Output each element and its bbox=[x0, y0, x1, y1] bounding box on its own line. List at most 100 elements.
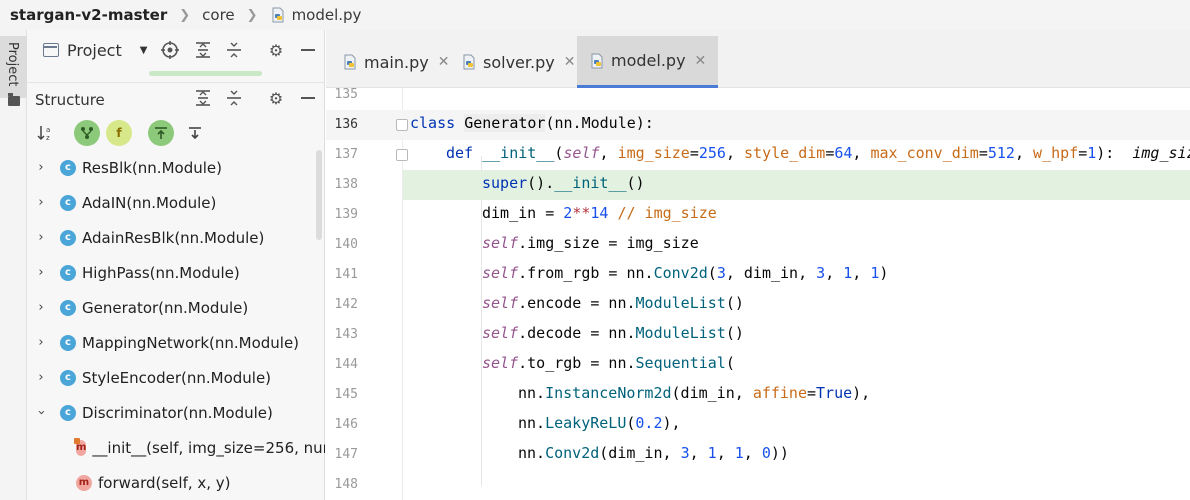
tree-item[interactable]: › c StyleEncoder(nn.Module) bbox=[27, 360, 325, 395]
code-line: 145 nn.InstanceNorm2d(dim_in, affine=Tru… bbox=[326, 380, 1190, 410]
scroll-indicator bbox=[149, 71, 262, 76]
svg-text:z: z bbox=[46, 134, 50, 142]
collapse-all-icon[interactable] bbox=[224, 40, 244, 60]
tree-item[interactable]: › c ResBlk(nn.Module) bbox=[27, 150, 325, 185]
folder-icon bbox=[8, 93, 20, 106]
private-method-icon: m bbox=[73, 437, 87, 456]
project-view-icon bbox=[43, 43, 59, 57]
tree-item[interactable]: › c AdaIN(nn.Module) bbox=[27, 185, 325, 220]
tree-item-label: MappingNetwork(nn.Module) bbox=[82, 333, 300, 352]
gear-icon[interactable]: ⚙ bbox=[266, 40, 286, 60]
editor-tabs: main.py ✕ solver.py ✕ model.py ✕ bbox=[326, 30, 1190, 88]
tree-item[interactable]: › c AdainResBlk(nn.Module) bbox=[27, 220, 325, 255]
code-line: 141 self.from_rgb = nn.Conv2d(3, dim_in,… bbox=[326, 260, 1190, 290]
tool-window-strip: Project bbox=[0, 30, 27, 500]
chevron-right-icon[interactable]: › bbox=[34, 370, 48, 385]
chevron-right-icon[interactable]: › bbox=[34, 335, 48, 350]
minimize-icon[interactable] bbox=[298, 88, 318, 108]
code-line: 137 def __init__(self, img_size=256, sty… bbox=[326, 140, 1190, 170]
line-number: 143 bbox=[334, 327, 358, 342]
minimize-icon[interactable] bbox=[298, 40, 318, 60]
line-number: 137 bbox=[334, 147, 358, 162]
chevron-down-icon[interactable]: › bbox=[34, 406, 49, 420]
breadcrumb-project[interactable]: stargan-v2-master bbox=[10, 6, 167, 24]
class-icon: c bbox=[60, 194, 76, 211]
chevron-right-icon[interactable]: › bbox=[34, 300, 48, 315]
expand-all-icon[interactable] bbox=[193, 88, 213, 108]
tree-item[interactable]: m forward(self, x, y) bbox=[27, 465, 325, 500]
project-panel-title[interactable]: Project bbox=[67, 41, 122, 60]
code-line: 146 nn.LeakyReLU(0.2), bbox=[326, 410, 1190, 440]
chevron-right-icon[interactable]: › bbox=[34, 230, 48, 245]
code-text: self.to_rgb = nn.Sequential( bbox=[482, 354, 735, 372]
close-icon[interactable]: ✕ bbox=[564, 54, 576, 70]
fold-icon[interactable] bbox=[396, 119, 408, 131]
class-icon: c bbox=[60, 159, 76, 176]
class-icon: c bbox=[60, 299, 76, 316]
tree-item-label: forward(self, x, y) bbox=[98, 473, 231, 492]
tree-item[interactable]: › c Discriminator(nn.Module) bbox=[27, 395, 325, 430]
tree-item[interactable]: m __init__(self, img_size=256, num bbox=[27, 430, 325, 465]
fold-icon[interactable] bbox=[396, 149, 408, 161]
show-fields-icon[interactable]: f bbox=[106, 120, 132, 146]
chevron-right-icon[interactable]: › bbox=[34, 265, 48, 280]
target-icon[interactable] bbox=[160, 40, 180, 60]
code-text: def __init__(self, img_size=256, style_d… bbox=[446, 144, 1190, 162]
code-line: 147 nn.Conv2d(dim_in, 3, 1, 1, 0)) bbox=[326, 440, 1190, 470]
tree-item[interactable]: › c MappingNetwork(nn.Module) bbox=[27, 325, 325, 360]
class-icon: c bbox=[60, 229, 76, 246]
navigate-to-source-icon[interactable] bbox=[182, 120, 208, 146]
chevron-right-icon[interactable]: › bbox=[34, 160, 48, 175]
line-number: 139 bbox=[334, 207, 358, 222]
code-line: 143 self.decode = nn.ModuleList() bbox=[326, 320, 1190, 350]
tab-label: main.py bbox=[364, 52, 429, 72]
method-icon: m bbox=[76, 474, 92, 491]
breadcrumb-file[interactable]: model.py bbox=[292, 6, 362, 24]
tree-item-label: __init__(self, img_size=256, num bbox=[92, 438, 325, 457]
tree-item[interactable]: › c Generator(nn.Module) bbox=[27, 290, 325, 325]
code-line: 148 bbox=[326, 470, 1190, 500]
tree-item-label: HighPass(nn.Module) bbox=[82, 263, 240, 282]
breadcrumb-folder[interactable]: core bbox=[202, 6, 235, 24]
line-number: 135 bbox=[334, 88, 358, 102]
code-text: self.decode = nn.ModuleList() bbox=[482, 324, 744, 342]
close-icon[interactable]: ✕ bbox=[438, 54, 450, 70]
chevron-down-icon[interactable]: ▼ bbox=[140, 45, 148, 56]
tab-solver-py[interactable]: solver.py ✕ bbox=[449, 36, 587, 88]
class-icon: c bbox=[60, 404, 76, 421]
structure-panel-title: Structure bbox=[35, 90, 105, 109]
side-panel: Project ▼ ⚙ Structure ⚙ az f › c ResBlk(… bbox=[27, 30, 325, 500]
code-text: self.from_rgb = nn.Conv2d(3, dim_in, 3, … bbox=[482, 264, 889, 282]
code-text: nn.LeakyReLU(0.2), bbox=[518, 414, 681, 432]
navigate-from-source-icon[interactable] bbox=[148, 120, 174, 146]
line-number: 138 bbox=[334, 177, 358, 192]
code-editor[interactable]: 135 136 class Generator(nn.Module): 137 … bbox=[326, 88, 1190, 500]
tree-item[interactable]: › c HighPass(nn.Module) bbox=[27, 255, 325, 290]
code-text: dim_in = 2**14 // img_size bbox=[482, 204, 717, 222]
code-line: 142 self.encode = nn.ModuleList() bbox=[326, 290, 1190, 320]
sort-alpha-icon[interactable]: az bbox=[33, 120, 59, 146]
line-number: 146 bbox=[334, 417, 358, 432]
tab-main-py[interactable]: main.py ✕ bbox=[330, 36, 461, 88]
collapse-all-icon[interactable] bbox=[224, 88, 244, 108]
show-inherited-icon[interactable] bbox=[74, 120, 100, 146]
line-number: 147 bbox=[334, 447, 358, 462]
project-tool-tab[interactable]: Project bbox=[0, 36, 27, 98]
code-text: class Generator(nn.Module): bbox=[410, 114, 654, 132]
class-icon: c bbox=[60, 264, 76, 281]
close-icon[interactable]: ✕ bbox=[695, 53, 707, 69]
chevron-right-icon[interactable]: › bbox=[34, 195, 48, 210]
breadcrumb: stargan-v2-master ❯ core ❯ model.py bbox=[0, 0, 1190, 30]
python-file-icon bbox=[272, 7, 284, 23]
expand-all-icon[interactable] bbox=[193, 40, 213, 60]
line-number: 140 bbox=[334, 237, 358, 252]
chevron-right-icon: ❯ bbox=[246, 7, 258, 23]
gear-icon[interactable]: ⚙ bbox=[266, 88, 286, 108]
code-text: self.encode = nn.ModuleList() bbox=[482, 294, 744, 312]
chevron-right-icon: ❯ bbox=[179, 7, 191, 23]
project-tool-label: Project bbox=[5, 42, 20, 87]
tab-model-py[interactable]: model.py ✕ bbox=[577, 36, 719, 88]
code-line: 139 dim_in = 2**14 // img_size bbox=[326, 200, 1190, 230]
structure-toolbar: az f bbox=[27, 118, 325, 148]
code-line: 144 self.to_rgb = nn.Sequential( bbox=[326, 350, 1190, 380]
